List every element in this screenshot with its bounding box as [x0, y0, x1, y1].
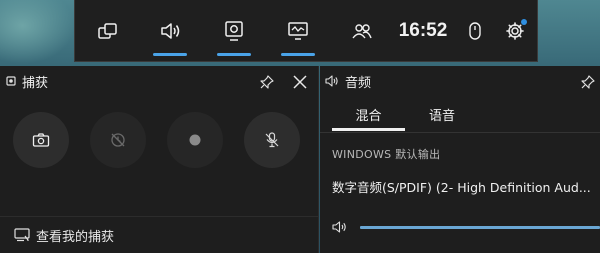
- audio-icon: [159, 21, 181, 41]
- mic-off-icon: [263, 131, 281, 149]
- performance-widget-button[interactable]: [277, 0, 319, 62]
- volume-fill: [360, 226, 600, 229]
- tab-mix-indicator: [332, 128, 405, 131]
- performance-active-indicator: [281, 53, 315, 56]
- social-icon: [351, 21, 373, 41]
- show-captures-label: 查看我的捕获: [36, 229, 115, 245]
- notification-dot: [521, 19, 527, 25]
- record-last-button[interactable]: [90, 112, 146, 168]
- performance-icon: [287, 21, 309, 41]
- gallery-icon: [14, 228, 30, 242]
- capture-panel: 捕获 查看我的捕获: [0, 66, 319, 253]
- capture-icon: [223, 20, 245, 42]
- capture-buttons: [0, 112, 318, 172]
- social-widget-button[interactable]: [341, 0, 383, 62]
- audio-header: 音频: [320, 66, 600, 96]
- audio-title-icon: [325, 75, 339, 87]
- tab-mix[interactable]: 混合: [332, 98, 405, 130]
- show-captures-link[interactable]: 查看我的捕获: [0, 216, 318, 253]
- record-last-icon: [109, 131, 127, 149]
- capture-title-icon: [6, 76, 16, 86]
- capture-title: 捕获: [22, 75, 49, 91]
- record-dot-icon: [188, 133, 202, 147]
- settings-button[interactable]: [499, 0, 531, 62]
- tabs-divider: [320, 132, 600, 133]
- mouse-button[interactable]: [459, 0, 491, 62]
- widget-menu-button[interactable]: [87, 0, 129, 62]
- audio-active-indicator: [153, 53, 187, 56]
- capture-active-indicator: [217, 53, 251, 56]
- close-icon[interactable]: [292, 74, 308, 90]
- mouse-icon: [468, 21, 482, 41]
- default-output-label: WINDOWS 默认输出: [332, 148, 441, 161]
- capture-header: 捕获: [0, 66, 318, 96]
- audio-panel: 音频 混合 语音 WINDOWS 默认输出 数字音频(S/PDIF) (2- H…: [320, 66, 600, 253]
- volume-icon[interactable]: [332, 220, 348, 234]
- volume-row: [332, 218, 600, 236]
- audio-widget-button[interactable]: [149, 0, 191, 62]
- capture-widget-button[interactable]: [213, 0, 255, 62]
- widget-menu-icon: [97, 21, 119, 41]
- output-device-select[interactable]: 数字音频(S/PDIF) (2- High Definition Aud...: [332, 177, 598, 196]
- screenshot-button[interactable]: [13, 112, 69, 168]
- clock: 16:52: [398, 20, 448, 41]
- volume-slider[interactable]: [360, 226, 600, 229]
- start-recording-button[interactable]: [167, 112, 223, 168]
- camera-icon: [32, 132, 50, 148]
- gear-icon: [505, 19, 527, 41]
- tab-voice[interactable]: 语音: [412, 98, 472, 130]
- audio-pin-icon[interactable]: [580, 74, 596, 90]
- audio-title: 音频: [345, 75, 372, 91]
- pin-icon[interactable]: [259, 74, 275, 90]
- mic-toggle-button[interactable]: [244, 112, 300, 168]
- game-bar: 16:52: [74, 0, 538, 62]
